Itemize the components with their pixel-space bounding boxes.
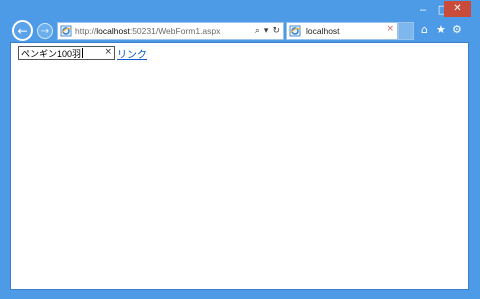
forward-button[interactable]: → xyxy=(37,23,53,39)
new-tab-button[interactable] xyxy=(398,22,414,40)
browser-window: ‒ □ ✕ ← → http://localhost:50231/WebForm… xyxy=(0,0,480,299)
address-tools: ⌕ ▾ ↻ xyxy=(255,23,280,39)
minimize-button[interactable]: ‒ xyxy=(412,0,434,18)
close-button[interactable]: ✕ xyxy=(444,1,471,17)
back-arrow-icon: ← xyxy=(17,23,28,38)
forward-arrow-icon: → xyxy=(40,25,50,37)
search-input-value: ペンギン100羽 xyxy=(21,48,82,59)
ie-page-icon xyxy=(289,25,301,37)
tab-close-icon[interactable]: × xyxy=(386,24,394,34)
text-caret xyxy=(82,48,84,58)
search-icon[interactable]: ⌕ xyxy=(255,26,260,36)
back-button[interactable]: ← xyxy=(12,20,33,41)
navigation-bar: ← → http://localhost:50231/WebForm1.aspx… xyxy=(0,20,480,42)
favorites-icon[interactable]: ★ xyxy=(436,24,446,35)
tab-title: localhost xyxy=(306,26,340,36)
refresh-icon[interactable]: ↻ xyxy=(272,26,280,36)
chevron-down-icon[interactable]: ▾ xyxy=(264,26,269,36)
ie-page-icon xyxy=(60,25,72,37)
address-bar[interactable]: http://localhost:50231/WebForm1.aspx ⌕ ▾… xyxy=(57,22,284,40)
home-icon[interactable]: ⌂ xyxy=(421,24,428,35)
clear-icon[interactable]: × xyxy=(104,47,112,57)
url-text: http://localhost:50231/WebForm1.aspx xyxy=(75,26,221,36)
title-bar: ‒ □ ✕ xyxy=(0,0,480,20)
tab-localhost[interactable]: localhost × xyxy=(286,22,398,40)
search-input[interactable]: ペンギン100羽 × xyxy=(18,46,115,60)
link[interactable]: リンク xyxy=(117,46,147,61)
gear-icon[interactable]: ⚙ xyxy=(452,24,462,35)
page-content: ペンギン100羽 × リンク xyxy=(10,42,469,290)
